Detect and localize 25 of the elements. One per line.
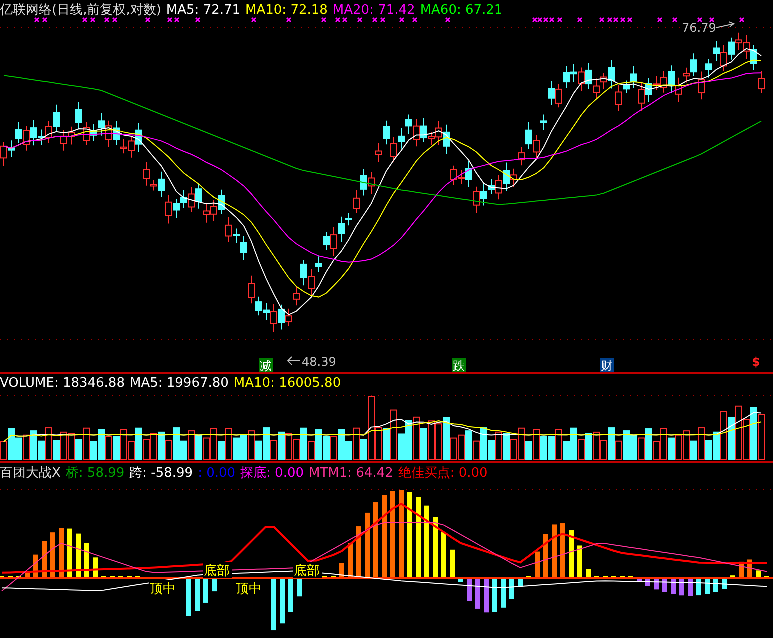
volume-indicator-value: VOLUME: 18346.88 bbox=[0, 376, 125, 391]
indicator-value: MA5: 72.71 bbox=[166, 3, 241, 18]
price-label: 48.39 bbox=[302, 355, 336, 369]
price-label: 76.79 bbox=[682, 21, 716, 35]
indicator-value: MA60: 67.21 bbox=[420, 3, 503, 18]
zone-label: 顶中 bbox=[236, 582, 262, 597]
volume-indicator-value: MA5: 19967.80 bbox=[130, 376, 229, 391]
indicator-title: 百团大战X bbox=[0, 466, 61, 481]
zone-label: 底部 bbox=[204, 564, 230, 579]
signal-badge: 减 bbox=[259, 358, 273, 372]
chart-title: 亿联网络(日线,前复权,对数) bbox=[0, 3, 162, 18]
indicator-value: MA20: 71.42 bbox=[332, 3, 416, 18]
dollar-sign: $ bbox=[752, 355, 760, 369]
indicator-value: 跨: -58.99 bbox=[130, 466, 194, 481]
indicator-value: : 0.00 bbox=[198, 466, 236, 481]
indicator-value: 绝佳买点: 0.00 bbox=[398, 466, 488, 481]
zone-label: 底部 bbox=[294, 564, 320, 579]
signal-badge: 财 bbox=[600, 358, 614, 372]
zone-label: 顶中 bbox=[150, 582, 176, 597]
signal-badge: 跌 bbox=[452, 358, 466, 372]
indicator-value: MTM1: 64.42 bbox=[309, 466, 394, 481]
indicator-value: MA10: 72.18 bbox=[246, 3, 328, 18]
volume-indicator-value: MA10: 16005.80 bbox=[234, 376, 342, 391]
indicator-value: 桥: 58.99 bbox=[66, 466, 125, 481]
indicator-value: 探底: 0.00 bbox=[240, 466, 304, 481]
